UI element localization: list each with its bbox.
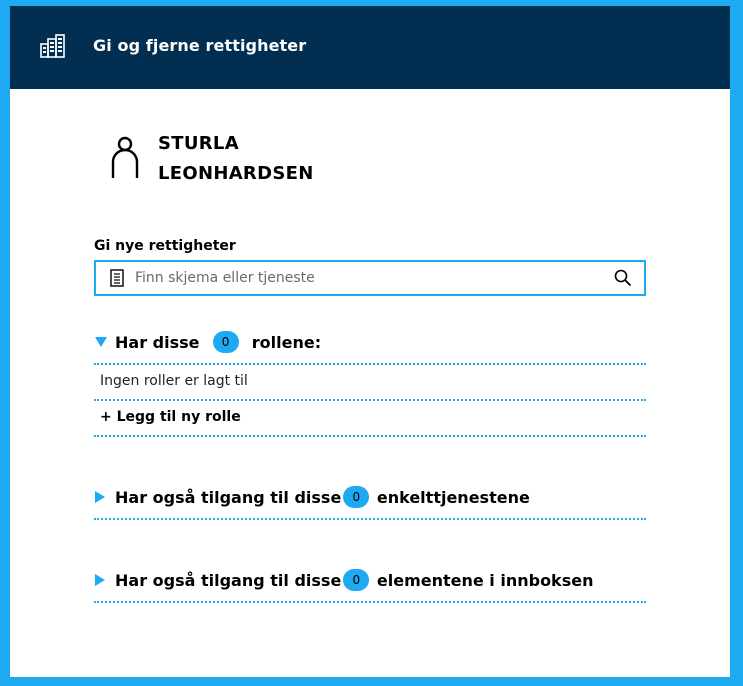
search-input[interactable]	[135, 266, 595, 290]
divider	[94, 601, 646, 603]
inbox-prefix: Har også tilgang til disse	[115, 570, 342, 590]
page-header: Gi og fjerne rettigheter	[10, 6, 730, 89]
building-icon	[40, 34, 65, 58]
user-name: STURLA LEONHARDSEN	[158, 133, 314, 184]
services-prefix: Har også tilgang til disse	[115, 487, 342, 507]
search-box	[94, 260, 646, 296]
inbox-suffix: elementene i innboksen	[376, 570, 594, 590]
services-section-toggle[interactable]: Har også tilgang til disse 0 enkelttjene…	[95, 484, 530, 510]
roles-section-toggle[interactable]: Har disse 0 rollene:	[95, 329, 321, 355]
inbox-section-toggle[interactable]: Har også tilgang til disse 0 elementene …	[95, 567, 593, 593]
add-role-link[interactable]: + Legg til ny rolle	[100, 409, 241, 425]
expand-down-icon	[95, 337, 107, 347]
roles-suffix: rollene:	[251, 332, 322, 352]
divider	[94, 399, 646, 401]
document-icon	[110, 269, 124, 287]
expand-right-icon	[95, 574, 105, 586]
divider	[94, 363, 646, 365]
search-icon[interactable]	[614, 269, 632, 287]
person-icon	[111, 136, 139, 178]
divider	[94, 518, 646, 520]
services-suffix: enkelttjenestene	[376, 487, 530, 507]
roles-prefix: Har disse	[115, 332, 200, 352]
services-count-badge: 0	[343, 486, 370, 508]
roles-empty-text: Ingen roller er lagt til	[100, 373, 248, 389]
roles-count-badge: 0	[212, 331, 239, 353]
page-title: Gi og fjerne rettigheter	[93, 36, 307, 55]
main-panel: Gi og fjerne rettigheter STURLA LEONHARD…	[10, 6, 730, 677]
inbox-count-badge: 0	[343, 569, 370, 591]
divider	[94, 435, 646, 437]
grant-label: Gi nye rettigheter	[94, 238, 236, 254]
expand-right-icon	[95, 491, 105, 503]
